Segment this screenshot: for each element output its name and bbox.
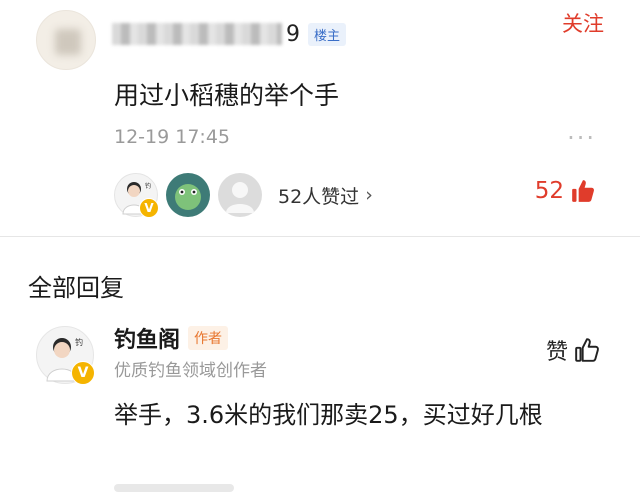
reply-avatar[interactable]: 钓 V xyxy=(36,326,95,385)
svg-text:钓: 钓 xyxy=(145,182,151,190)
op-name-redacted[interactable] xyxy=(112,23,282,45)
liker-avatar xyxy=(218,173,262,217)
post-time: 12-19 17:45 xyxy=(114,126,231,148)
thumbs-up-filled-icon xyxy=(572,180,594,202)
author-badge: 作者 xyxy=(188,326,229,350)
post-text: 用过小稻穗的举个手 xyxy=(114,81,340,110)
op-name-suffix[interactable]: 9 xyxy=(286,22,300,47)
likes-count-label: 52人赞过 xyxy=(278,185,360,208)
default-avatar-icon xyxy=(226,182,254,213)
reply-username[interactable]: 钓鱼阁 xyxy=(114,322,180,354)
like-button[interactable]: 52 xyxy=(535,178,596,204)
verified-badge-icon: V xyxy=(139,198,159,218)
more-dots-icon[interactable]: ··· xyxy=(567,124,596,152)
frog-avatar-icon xyxy=(175,184,201,210)
section-divider xyxy=(0,236,640,237)
op-badge: 楼主 xyxy=(308,22,347,46)
thumbs-up-outline-icon xyxy=(575,338,599,362)
svg-text:钓: 钓 xyxy=(75,337,83,347)
reply-user-title: 优质钓鱼领域创作者 xyxy=(114,361,267,381)
like-total-count: 52 xyxy=(534,178,564,204)
liker-avatar: 钓 V xyxy=(114,173,159,218)
reply-text: 举手，3.6米的我们那卖25，买过好几根 xyxy=(114,401,543,429)
reply-like-button[interactable]: 赞 xyxy=(546,334,600,366)
section-title: 全部回复 xyxy=(28,274,124,302)
chevron-right-icon: › xyxy=(365,184,373,206)
op-name-row: 9 楼主 xyxy=(112,20,347,48)
reply-like-label: 赞 xyxy=(545,340,568,365)
liker-avatar xyxy=(166,173,210,217)
follow-button[interactable]: 关注 xyxy=(562,8,604,38)
op-avatar[interactable] xyxy=(36,10,96,70)
likers-row[interactable]: 钓 V 52人赞过 › xyxy=(114,172,373,218)
reply-name-row: 钓鱼阁 作者 xyxy=(114,322,229,354)
verified-badge-icon: V xyxy=(71,361,95,385)
